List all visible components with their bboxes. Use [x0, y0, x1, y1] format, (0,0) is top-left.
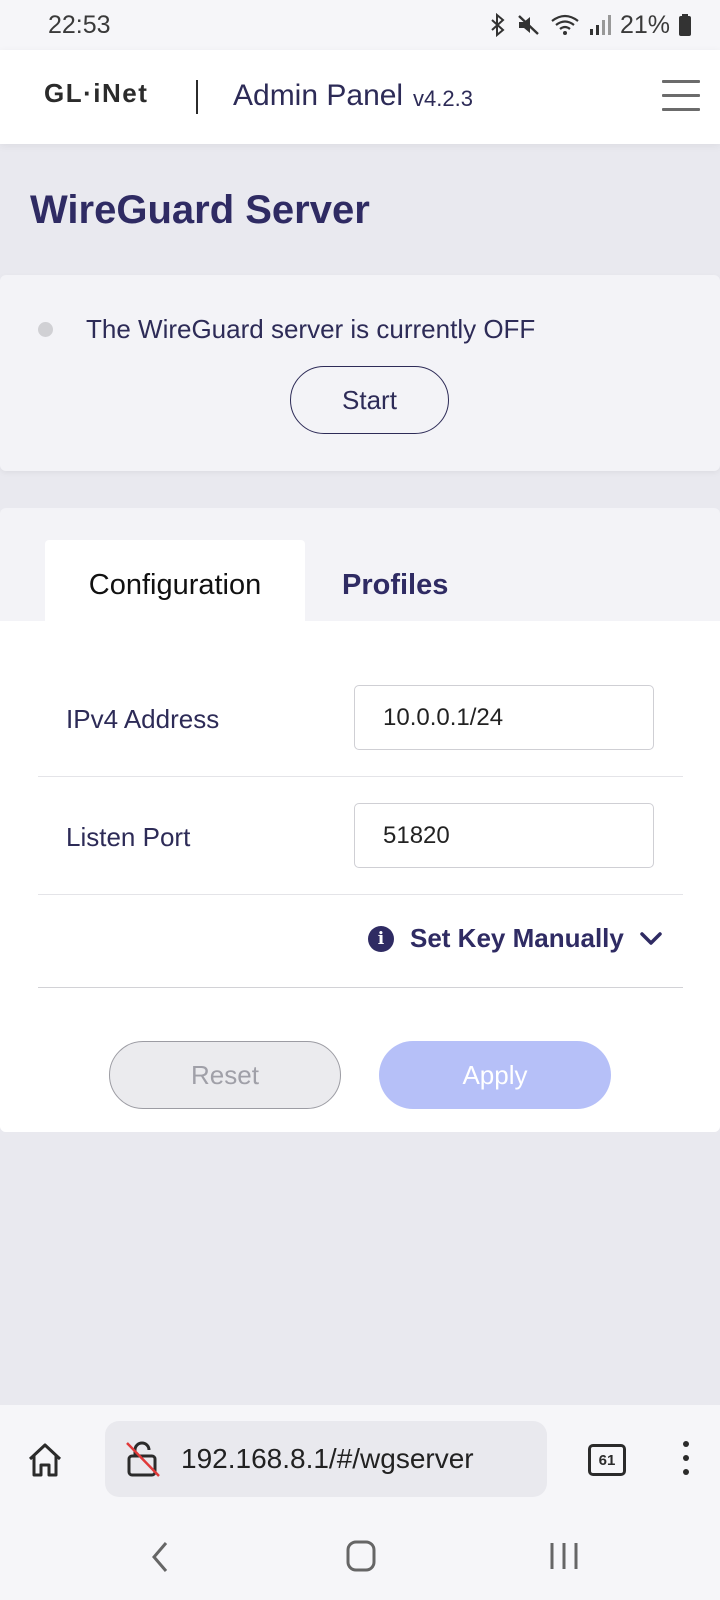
- listen-port-row: Listen Port: [38, 777, 683, 895]
- more-options-icon[interactable]: [683, 1441, 693, 1483]
- configuration-panel: IPv4 Address Listen Port i Set Key Manua…: [0, 621, 720, 1132]
- back-icon[interactable]: [148, 1539, 172, 1575]
- wifi-icon: [551, 14, 579, 35]
- header-version: v4.2.3: [413, 86, 473, 111]
- set-key-manually-toggle[interactable]: i Set Key Manually: [368, 923, 662, 954]
- home-icon[interactable]: [26, 1441, 64, 1479]
- header-title: Admin Panel: [233, 79, 404, 112]
- listen-port-input[interactable]: [354, 803, 654, 868]
- ipv4-input[interactable]: [354, 685, 654, 750]
- ipv4-label: IPv4 Address: [66, 704, 220, 734]
- logo: GL·iNet: [44, 78, 149, 108]
- mute-icon: [518, 15, 539, 35]
- set-key-row: i Set Key Manually: [38, 895, 683, 988]
- screen: 22:53 21% GL·iNet Admin Panel v4.2.3 Wir…: [0, 0, 720, 1600]
- status-bar: 22:53 21%: [0, 0, 720, 50]
- recent-apps-icon[interactable]: [548, 1539, 580, 1573]
- page-title: WireGuard Server: [30, 188, 370, 232]
- start-button[interactable]: Start: [290, 366, 449, 434]
- chevron-down-icon: [640, 931, 662, 945]
- info-icon: i: [368, 925, 394, 952]
- tab-configuration[interactable]: Configuration: [45, 540, 305, 630]
- tab-profiles[interactable]: Profiles: [342, 540, 448, 630]
- reset-button[interactable]: Reset: [109, 1041, 341, 1109]
- config-card: Configuration Profiles IPv4 Address List…: [0, 508, 720, 1132]
- browser-toolbar: 192.168.8.1/#/wgserver 61: [0, 1405, 720, 1515]
- battery-icon: [679, 14, 691, 36]
- status-indicator: [38, 322, 53, 337]
- bluetooth-icon: [491, 13, 505, 37]
- system-navigation-bar: [0, 1515, 720, 1600]
- status-time: 22:53: [48, 10, 111, 39]
- unsecure-lock-icon: [126, 1441, 160, 1477]
- status-icons: 21%: [488, 11, 692, 40]
- nav-home-icon[interactable]: [345, 1539, 377, 1573]
- url-bar[interactable]: 192.168.8.1/#/wgserver: [105, 1421, 547, 1497]
- url-text: 192.168.8.1/#/wgserver: [181, 1443, 474, 1474]
- listen-port-label: Listen Port: [66, 822, 191, 852]
- header-divider: [196, 80, 198, 114]
- set-key-label: Set Key Manually: [410, 923, 624, 953]
- tab-count-button[interactable]: 61: [588, 1444, 626, 1476]
- server-status-card: The WireGuard server is currently OFF St…: [0, 275, 720, 471]
- hamburger-menu-icon[interactable]: [662, 80, 700, 112]
- signal-icon: [589, 15, 611, 35]
- ipv4-row: IPv4 Address: [38, 621, 683, 777]
- server-status-text: The WireGuard server is currently OFF: [86, 314, 536, 344]
- battery-percent: 21%: [619, 10, 670, 39]
- apply-button[interactable]: Apply: [379, 1041, 611, 1109]
- app-header: GL·iNet Admin Panel v4.2.3: [0, 50, 720, 144]
